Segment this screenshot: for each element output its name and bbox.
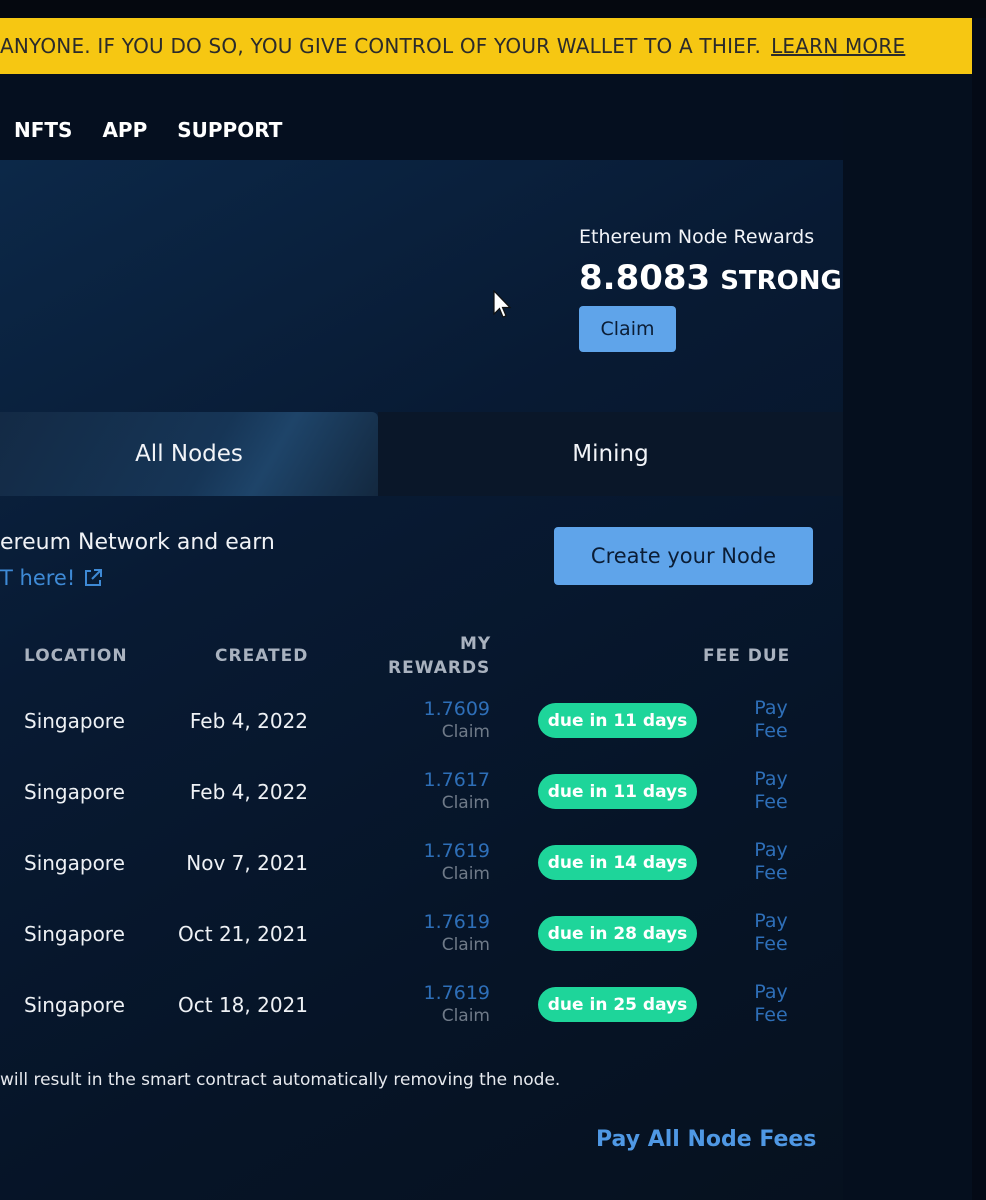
created-cell: Feb 4, 2022 [189, 709, 308, 733]
pay-fee-link[interactable]: Pay Fee [748, 768, 794, 814]
mouse-cursor-icon [493, 290, 512, 318]
intro-text: ereum Network and earn [0, 530, 275, 555]
create-node-button[interactable]: Create your Node [554, 527, 813, 585]
reward-claim-link[interactable]: Claim [370, 934, 490, 956]
intro-link-label[interactable]: T here! [0, 566, 75, 590]
header-created: CREATED [215, 646, 309, 666]
location-cell: Singapore [24, 851, 125, 875]
right-edge [972, 18, 986, 1200]
created-cell: Nov 7, 2021 [186, 851, 308, 875]
header-rewards-line1: MY [460, 634, 492, 654]
created-cell: Feb 4, 2022 [189, 780, 308, 804]
reward-claim-link[interactable]: Claim [370, 792, 490, 814]
table-row: Singapore Nov 7, 2021 1.7619 Claim due i… [0, 833, 843, 893]
location-cell: Singapore [24, 993, 125, 1017]
table-row: Singapore Feb 4, 2022 1.7617 Claim due i… [0, 762, 843, 822]
rewards-label: Ethereum Node Rewards [579, 226, 815, 248]
table-row: Singapore Feb 4, 2022 1.7609 Claim due i… [0, 691, 843, 751]
top-strip [0, 0, 986, 18]
created-cell: Oct 18, 2021 [178, 993, 308, 1017]
header-location: LOCATION [24, 646, 128, 666]
pay-fee-line1[interactable]: Pay [754, 768, 788, 790]
reward-claim-link[interactable]: Claim [370, 863, 490, 885]
reward-value: 1.7619 [423, 911, 490, 933]
rewards-value: 8.8083 [579, 258, 711, 298]
intro-link[interactable]: T here! [0, 566, 103, 590]
pay-fee-link[interactable]: Pay Fee [748, 839, 794, 885]
table-row: Singapore Oct 18, 2021 1.7619 Claim due … [0, 975, 843, 1035]
pay-all-fees-link[interactable]: Pay All Node Fees [596, 1127, 816, 1152]
reward-cell: 1.7617 Claim [370, 768, 490, 814]
reward-value: 1.7619 [423, 982, 490, 1004]
due-badge: due in 28 days [538, 916, 697, 951]
tab-all-nodes[interactable]: All Nodes [0, 412, 378, 496]
rewards-unit: STRONG [720, 266, 842, 296]
due-badge: due in 11 days [538, 703, 697, 738]
claim-button[interactable]: Claim [579, 306, 676, 352]
due-badge: due in 11 days [538, 774, 697, 809]
reward-cell: 1.7619 Claim [370, 981, 490, 1027]
pay-fee-line2[interactable]: Fee [754, 862, 787, 884]
tab-mining[interactable]: Mining [378, 412, 843, 496]
warning-banner: ANYONE. IF YOU DO SO, YOU GIVE CONTROL O… [0, 18, 972, 74]
reward-claim-link[interactable]: Claim [370, 721, 490, 743]
rewards-amount: 8.8083 STRONG [579, 258, 842, 298]
pay-fee-link[interactable]: Pay Fee [748, 697, 794, 743]
due-badge: due in 25 days [538, 987, 697, 1022]
pay-fee-line2[interactable]: Fee [754, 791, 787, 813]
location-cell: Singapore [24, 709, 125, 733]
node-tabs: All Nodes Mining [0, 412, 843, 496]
pay-fee-line1[interactable]: Pay [754, 981, 788, 1003]
reward-value: 1.7619 [423, 840, 490, 862]
pay-fee-line2[interactable]: Fee [754, 933, 787, 955]
reward-value: 1.7609 [423, 698, 490, 720]
pay-fee-link[interactable]: Pay Fee [748, 981, 794, 1027]
nav-support[interactable]: SUPPORT [177, 118, 282, 148]
pay-fee-line1[interactable]: Pay [754, 697, 788, 719]
created-cell: Oct 21, 2021 [178, 922, 308, 946]
top-nav: NFTS APP SUPPORT [14, 118, 282, 148]
pay-fee-line2[interactable]: Fee [754, 1004, 787, 1026]
table-row: Singapore Oct 21, 2021 1.7619 Claim due … [0, 904, 843, 964]
due-badge: due in 14 days [538, 845, 697, 880]
side-panel [843, 74, 972, 1200]
reward-cell: 1.7609 Claim [370, 697, 490, 743]
reward-claim-link[interactable]: Claim [370, 1005, 490, 1027]
learn-more-link[interactable]: LEARN MORE [771, 34, 905, 58]
header-rewards-line2: REWARDS [388, 658, 491, 678]
reward-cell: 1.7619 Claim [370, 910, 490, 956]
location-cell: Singapore [24, 922, 125, 946]
header-fee-due: FEE DUE [703, 646, 791, 666]
pay-fee-line1[interactable]: Pay [754, 839, 788, 861]
fee-footnote: will result in the smart contract automa… [0, 1070, 561, 1090]
location-cell: Singapore [24, 780, 125, 804]
main-panel [0, 160, 843, 1200]
pay-fee-line2[interactable]: Fee [754, 720, 787, 742]
pay-fee-link[interactable]: Pay Fee [748, 910, 794, 956]
pay-fee-line1[interactable]: Pay [754, 910, 788, 932]
reward-cell: 1.7619 Claim [370, 839, 490, 885]
banner-text: ANYONE. IF YOU DO SO, YOU GIVE CONTROL O… [0, 34, 762, 58]
nav-app[interactable]: APP [102, 118, 147, 148]
nav-nfts[interactable]: NFTS [14, 118, 72, 148]
reward-value: 1.7617 [423, 769, 490, 791]
external-link-icon[interactable] [83, 568, 103, 588]
